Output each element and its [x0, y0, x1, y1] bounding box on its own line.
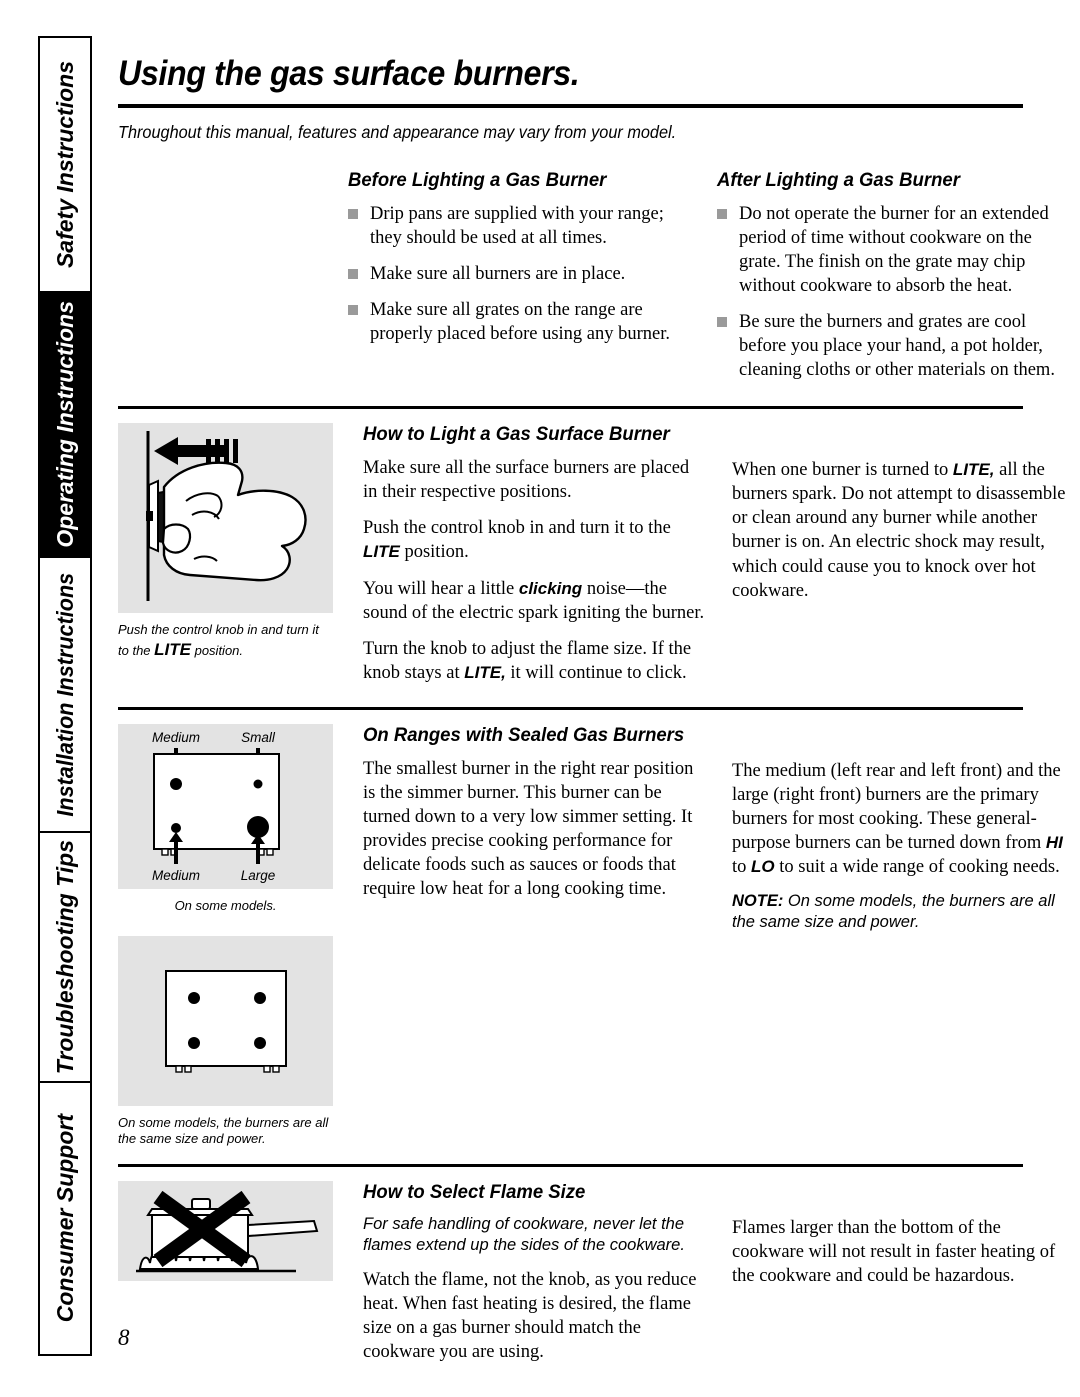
- figure-flame-too-large-image: [118, 1180, 333, 1281]
- paragraph: The medium (left rear and left front) an…: [732, 759, 1077, 879]
- how-to-light-left-column: How to Light a Gas Surface Burner Make s…: [363, 423, 708, 684]
- text-fragment: When one burner is turned to: [732, 460, 953, 481]
- list-item: Drip pans are supplied with your range; …: [348, 202, 693, 250]
- figure-labeled-cooktop-caption: On some models.: [174, 897, 277, 913]
- paragraph: Flames larger than the bottom of the coo…: [732, 1217, 1056, 1286]
- before-lighting-column: Before Lighting a Gas Burner Drip pans a…: [348, 169, 693, 382]
- sidebar-tab-label: Safety Instructions: [51, 60, 78, 269]
- list-item: Be sure the burners and grates are cool …: [717, 310, 1062, 382]
- sidebar-tab-label: Troubleshooting Tips: [51, 839, 78, 1075]
- clicking-emphasis: clicking: [518, 578, 583, 598]
- label-medium-front: Medium: [152, 868, 200, 883]
- text-fragment: position.: [399, 542, 469, 563]
- page-content: Using the gas surface burners. Throughou…: [118, 36, 1065, 1364]
- sidebar-tab-operating-instructions[interactable]: Operating Instructions: [40, 293, 90, 558]
- sealed-right-column: The medium (left rear and left front) an…: [732, 724, 1077, 1148]
- paragraph: Make sure all the surface burners are pl…: [363, 458, 690, 503]
- sidebar-tab-label: Operating Instructions: [51, 301, 78, 548]
- italic-paragraph: For safe handling of cookware, never let…: [363, 1214, 685, 1254]
- sidebar-tab-troubleshooting-tips[interactable]: Troubleshooting Tips: [40, 833, 90, 1083]
- sidebar-tab-safety-instructions[interactable]: Safety Instructions: [40, 38, 90, 293]
- note-label: NOTE:: [732, 891, 784, 910]
- paragraph: Watch the flame, not the knob, as you re…: [363, 1269, 697, 1362]
- flame-size-left-column: How to Select Flame Size For safe handli…: [363, 1181, 708, 1364]
- sealed-burners-heading: On Ranges with Sealed Gas Burners: [363, 723, 685, 746]
- how-to-light-heading: How to Light a Gas Surface Burner: [363, 423, 670, 446]
- after-lighting-list: Do not operate the burner for an extende…: [717, 202, 1062, 382]
- section-before-after-lighting: Before Lighting a Gas Burner Drip pans a…: [118, 169, 1055, 382]
- figure-caption-line2-pre: to the: [118, 642, 155, 658]
- section-divider-sealed: [118, 706, 1023, 710]
- lite-label: LITE: [154, 639, 191, 659]
- title-divider: [118, 104, 1023, 108]
- figure-equal-cooktop-image: [118, 936, 333, 1107]
- list-item: Make sure all grates on the range are pr…: [348, 298, 693, 346]
- figure-equal-cooktop: On some models, the burners are all the …: [118, 936, 333, 1148]
- paragraph: Push the control knob in and turn it to …: [363, 516, 708, 564]
- note-paragraph: NOTE: On some models, the burners are al…: [732, 891, 1077, 933]
- label-small-rear: Small: [241, 730, 276, 745]
- text-fragment: You will hear a little: [363, 578, 519, 599]
- intro-text: Throughout this manual, features and app…: [118, 122, 677, 142]
- sealed-left-column: On Ranges with Sealed Gas Burners The sm…: [363, 724, 708, 1148]
- figure-caption-line1: Push the control knob in and turn it: [118, 622, 319, 638]
- hi-label: HI: [1045, 832, 1063, 852]
- how-to-light-right-column: When one burner is turned to LITE, all t…: [732, 423, 1077, 684]
- before-lighting-list: Drip pans are supplied with your range; …: [348, 202, 693, 346]
- cooktop-burner-layout-diagram: Medium Small Medium Large: [152, 730, 280, 883]
- lite-label: LITE,: [464, 662, 506, 682]
- text-fragment: The medium (left rear and left front) an…: [732, 760, 1061, 853]
- list-item: Make sure all burners are in place.: [348, 262, 693, 286]
- page-title: Using the gas surface burners.: [118, 54, 580, 93]
- cooktop-equal-burners-diagram: [165, 970, 287, 1073]
- text-fragment: to suit a wide range of cooking needs.: [774, 856, 1060, 877]
- before-lighting-heading: Before Lighting a Gas Burner: [348, 169, 607, 191]
- figure-push-knob: Push the control knob in and turn it to …: [118, 423, 333, 684]
- section-how-to-light: Push the control knob in and turn it to …: [118, 423, 1065, 684]
- label-large-front: Large: [241, 868, 276, 883]
- list-item: Do not operate the burner for an extende…: [717, 202, 1062, 298]
- section-divider-light: [118, 406, 1023, 410]
- lo-label: LO: [751, 856, 775, 876]
- text-fragment: Push the control knob in and turn it to …: [363, 518, 671, 539]
- label-medium-rear: Medium: [152, 730, 200, 745]
- paragraph: You will hear a little clicking noise—th…: [363, 577, 708, 625]
- figure-caption-line2-post: position.: [190, 642, 244, 658]
- after-lighting-column: After Lighting a Gas Burner Do not opera…: [717, 169, 1062, 382]
- figure-push-knob-caption: Push the control knob in and turn it to …: [118, 622, 333, 660]
- lite-label: LITE,: [952, 460, 995, 480]
- after-lighting-heading: After Lighting a Gas Burner: [717, 169, 960, 191]
- sidebar-tab-label: Consumer Support: [51, 1114, 78, 1323]
- figure-push-knob-image: [118, 423, 333, 614]
- sealed-burner-figures: Medium Small Medium Large On some models…: [118, 723, 333, 1148]
- page-number: 8: [118, 1325, 130, 1350]
- sidebar-tab-rail: Safety Instructions Operating Instructio…: [38, 36, 92, 1356]
- flame-size-heading: How to Select Flame Size: [363, 1180, 586, 1203]
- figure-labeled-cooktop: Medium Small Medium Large On some models…: [118, 723, 333, 914]
- section-divider-flame: [118, 1163, 1023, 1167]
- hand-pushing-knob-illustration: [146, 431, 307, 602]
- text-fragment: it will continue to click.: [505, 662, 687, 683]
- sidebar-tab-label: Installation Instructions: [51, 572, 78, 817]
- paragraph: When one burner is turned to LITE, all t…: [732, 458, 1077, 602]
- paragraph: The smallest burner in the right rear po…: [363, 758, 694, 899]
- lite-label: LITE: [363, 542, 400, 562]
- text-fragment: to: [732, 856, 752, 877]
- figure-equal-cooktop-caption: On some models, the burners are all the …: [118, 1115, 329, 1147]
- crossed-out-pot-flames-illustration: [136, 1190, 319, 1273]
- text-fragment: all the burners spark. Do not attempt to…: [732, 460, 1066, 601]
- sidebar-tab-installation-instructions[interactable]: Installation Instructions: [40, 558, 90, 833]
- paragraph: Turn the knob to adjust the flame size. …: [363, 637, 708, 685]
- figure-flame-too-large: [118, 1180, 333, 1364]
- section-sealed-gas-burners: Medium Small Medium Large On some models…: [118, 723, 1063, 1148]
- section-select-flame-size: How to Select Flame Size For safe handli…: [118, 1180, 1055, 1364]
- figure-labeled-cooktop-image: Medium Small Medium Large: [118, 723, 333, 889]
- flame-size-right-column: Flames larger than the bottom of the coo…: [732, 1181, 1077, 1364]
- sidebar-tab-consumer-support[interactable]: Consumer Support: [40, 1083, 90, 1354]
